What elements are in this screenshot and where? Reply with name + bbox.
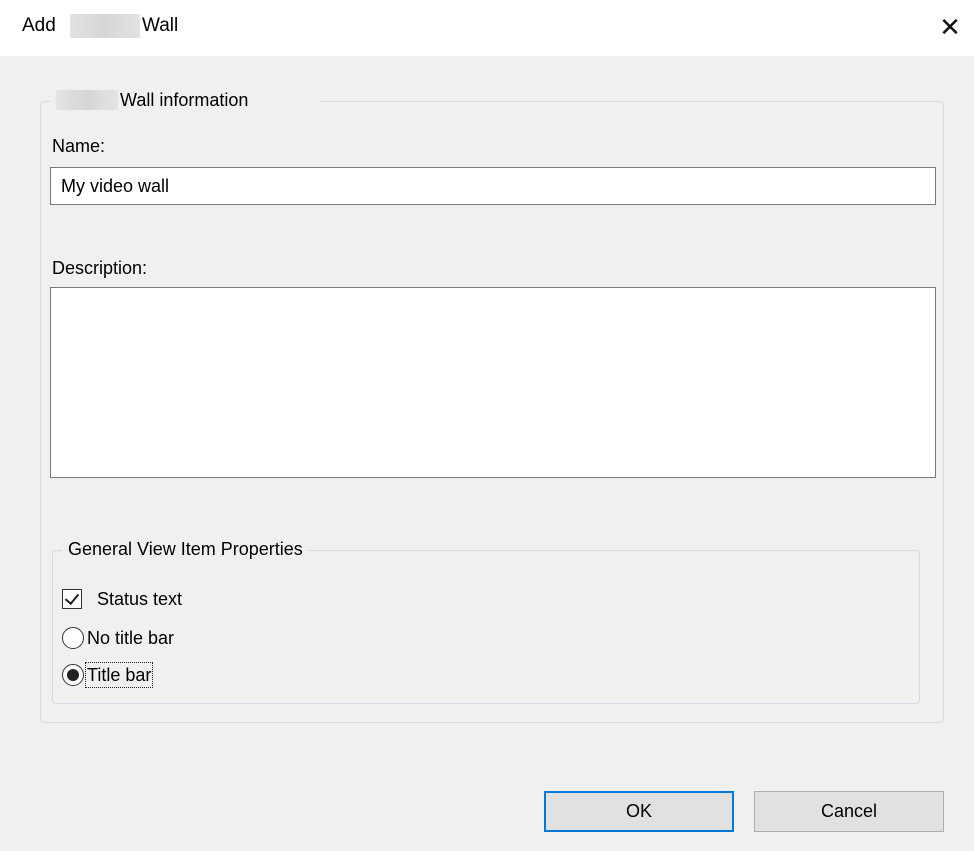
dialog-title-suffix: Wall (142, 15, 179, 36)
wall-information-legend: Wall information (50, 89, 320, 111)
close-button[interactable]: ✕ (932, 10, 968, 44)
title-bar-radio[interactable] (62, 664, 84, 686)
close-icon: ✕ (939, 12, 961, 42)
title-bar-radio-row[interactable]: Title bar (62, 662, 154, 688)
status-text-checkbox[interactable] (62, 589, 82, 609)
dialog-title-prefix: Add (22, 15, 56, 36)
no-title-bar-radio-row[interactable]: No title bar (62, 625, 174, 651)
wall-information-legend-text: Wall information (120, 90, 249, 110)
description-textarea[interactable] (50, 287, 936, 478)
name-label: Name: (52, 136, 106, 156)
radio-dot-icon (67, 669, 79, 681)
ok-button[interactable]: OK (544, 791, 734, 832)
status-text-label: Status text (97, 589, 183, 609)
name-input[interactable] (50, 167, 936, 205)
status-text-checkbox-row[interactable]: Status text (62, 586, 182, 612)
redacted-title-word (70, 14, 140, 38)
general-view-item-properties-legend: General View Item Properties (62, 538, 309, 560)
general-view-item-properties-group (52, 550, 920, 704)
no-title-bar-label: No title bar (87, 628, 175, 648)
description-label: Description: (52, 258, 148, 278)
no-title-bar-radio[interactable] (62, 627, 84, 649)
title-bar-label: Title bar (84, 662, 154, 688)
dialog-title-bar: Add Wall ✕ (0, 0, 974, 56)
cancel-button[interactable]: Cancel (754, 791, 944, 832)
check-mark-icon (64, 589, 80, 606)
redacted-legend-word (56, 90, 118, 110)
